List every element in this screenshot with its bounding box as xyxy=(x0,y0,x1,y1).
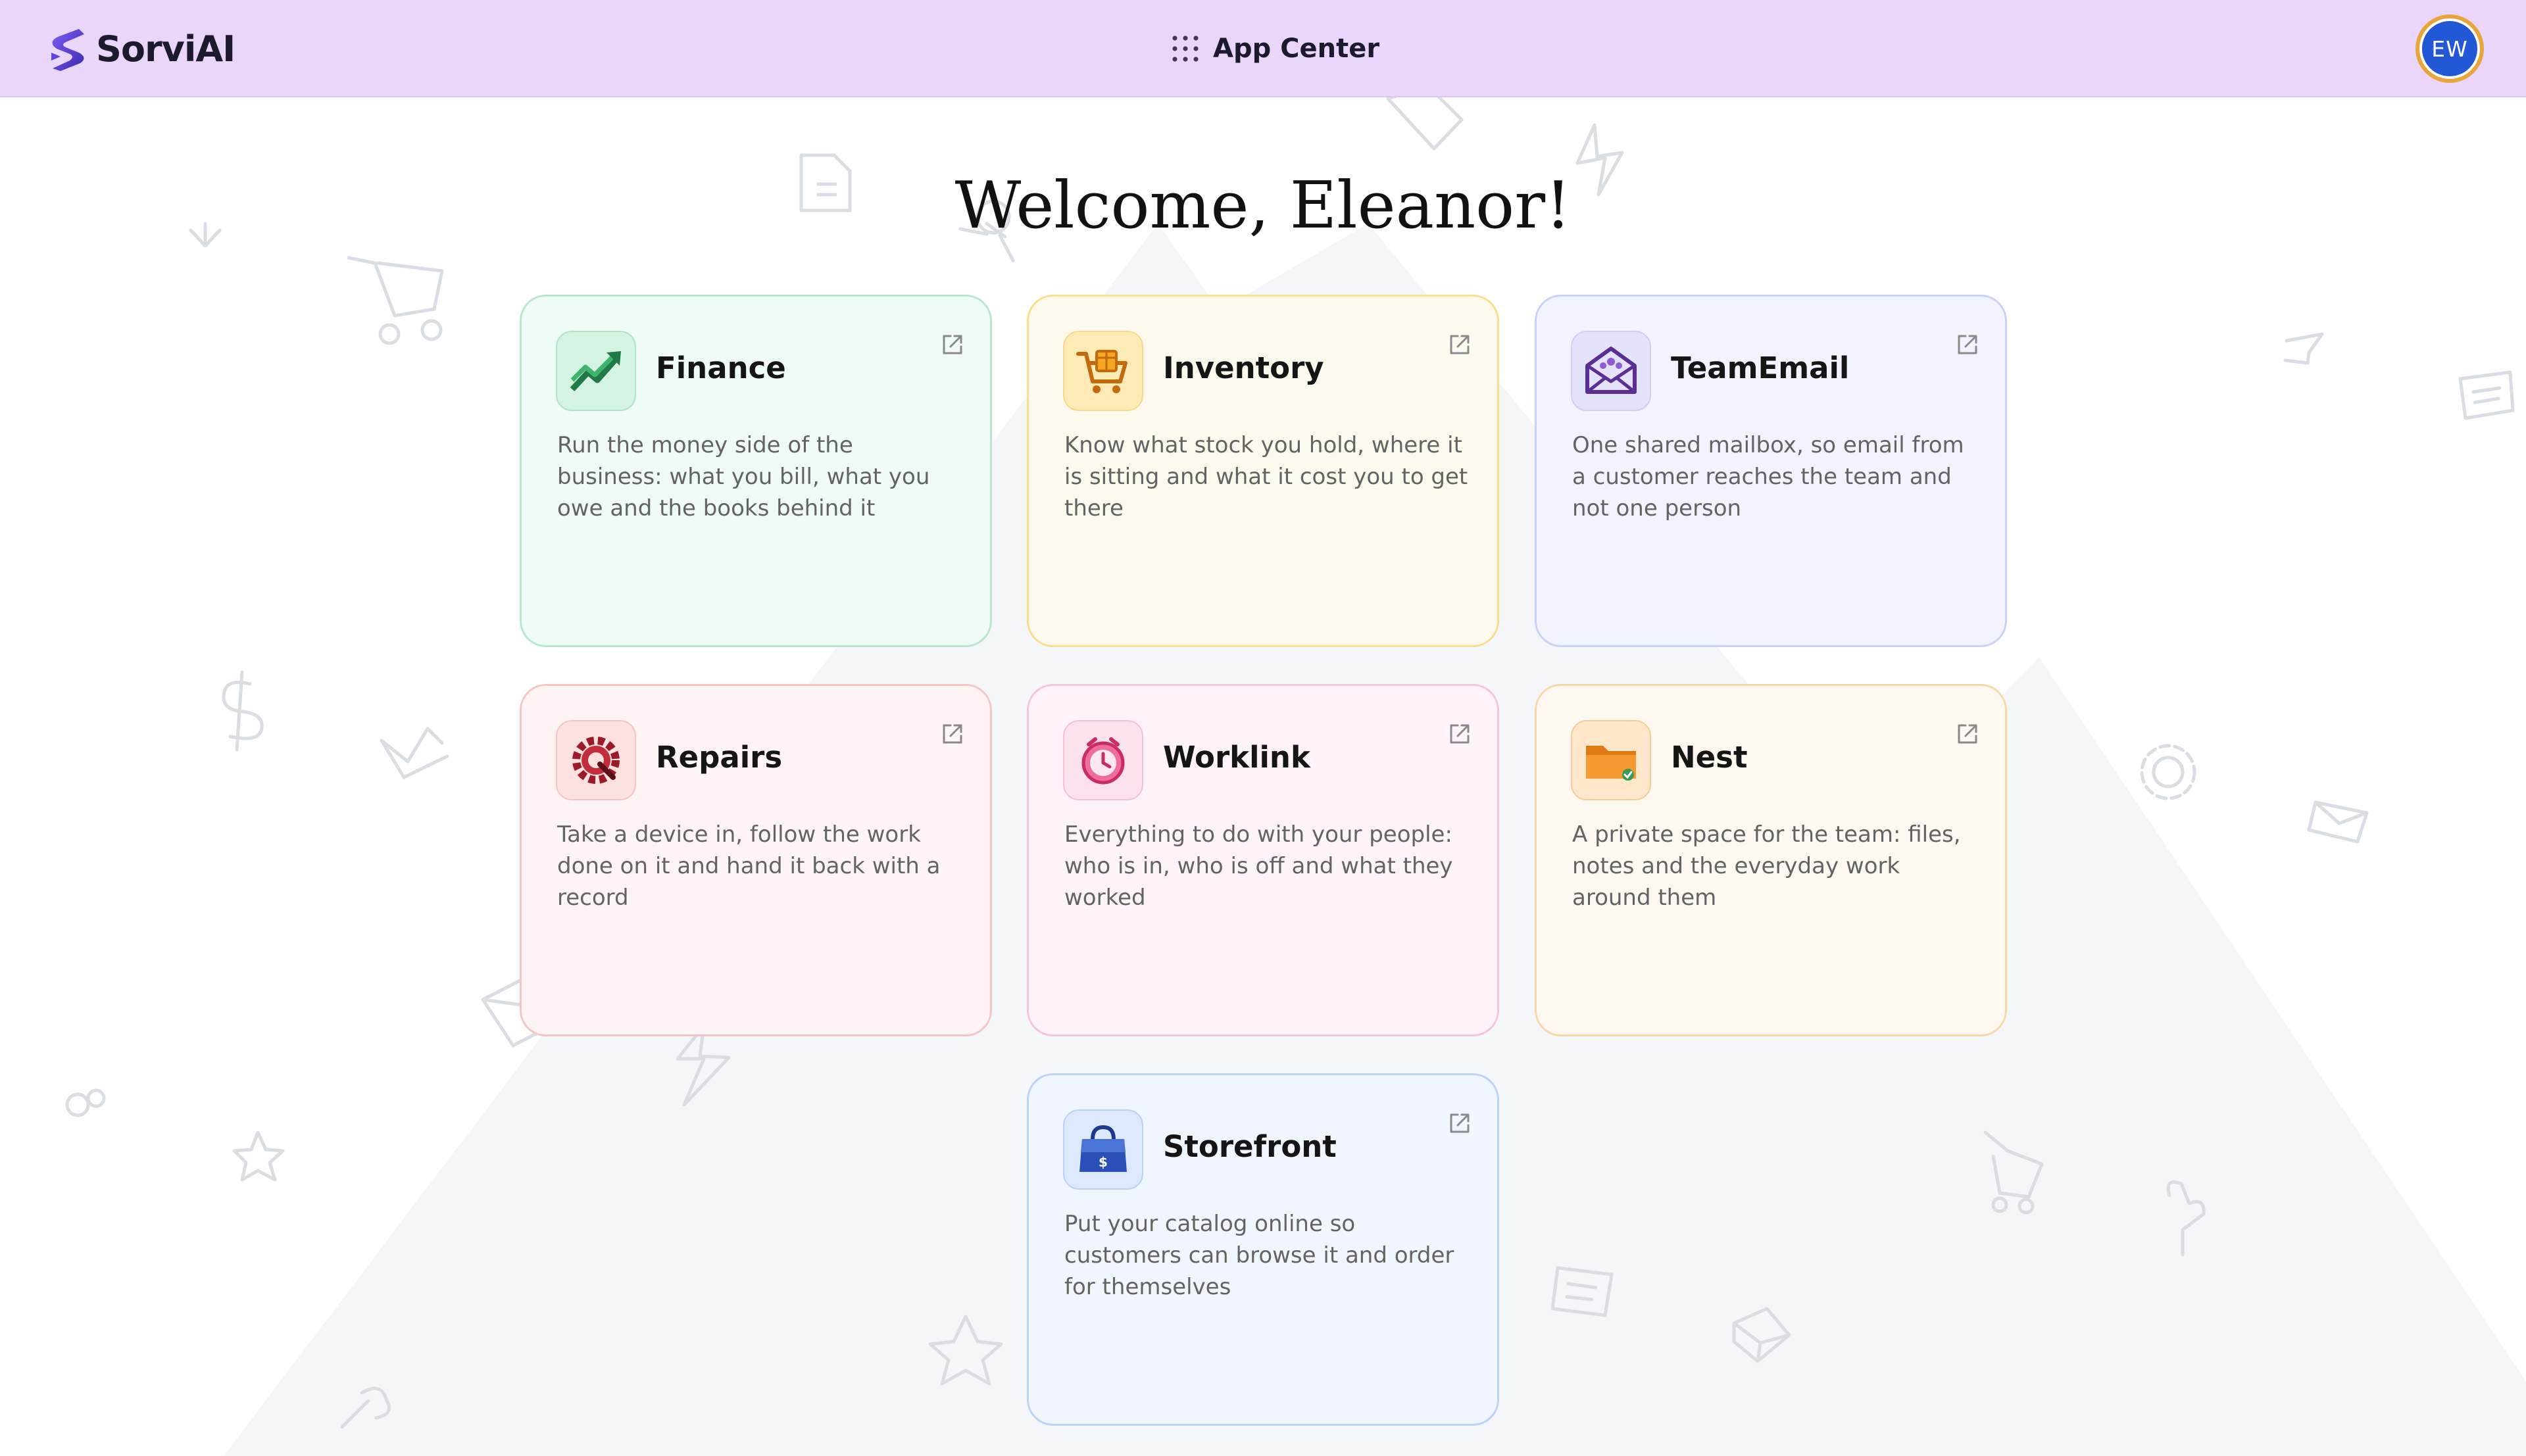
app-icon-box xyxy=(1063,331,1143,411)
app-title: Finance xyxy=(656,351,786,385)
app-center-button[interactable]: App Center xyxy=(1171,30,1379,67)
app-icon-box xyxy=(556,720,636,800)
external-link-icon[interactable] xyxy=(939,331,966,358)
app-icon-box xyxy=(556,331,636,411)
external-link-icon[interactable] xyxy=(1446,331,1474,358)
brand-logo[interactable]: SorviAI xyxy=(41,24,235,74)
external-link-icon[interactable] xyxy=(1954,720,1981,748)
welcome-heading: Welcome, Eleanor! xyxy=(954,168,1572,243)
app-center-label: App Center xyxy=(1213,34,1380,64)
gear-wrench-icon xyxy=(572,737,620,784)
app-description: Put your catalog online so customers can… xyxy=(1064,1211,1454,1300)
envelope-team-icon xyxy=(1585,347,1637,394)
svg-text:$: $ xyxy=(1099,1154,1108,1170)
app-title: Inventory xyxy=(1163,351,1324,385)
app-description: Everything to do with your people: who i… xyxy=(1064,821,1453,911)
sorviai-logo-icon xyxy=(51,29,84,71)
cart-box-icon xyxy=(1076,350,1127,393)
app-title: Repairs xyxy=(656,740,783,775)
app-card-nest[interactable]: Nest A private space for the team: files… xyxy=(1535,684,2007,1036)
app-card-worklink[interactable]: Worklink Everything to do with your peop… xyxy=(1027,684,1499,1036)
shopping-bag-icon: $ xyxy=(1079,1125,1127,1172)
app-title: Nest xyxy=(1671,740,1748,775)
app-card-repairs[interactable]: Repairs Take a device in, follow the wor… xyxy=(520,684,992,1036)
brand-name: SorviAI xyxy=(96,28,235,70)
external-link-icon[interactable] xyxy=(1954,331,1981,358)
trend-chart-icon xyxy=(570,351,621,392)
external-link-icon[interactable] xyxy=(1446,1109,1474,1137)
app-description: Run the money side of the business: what… xyxy=(557,432,930,522)
app-icon-box xyxy=(1571,331,1651,411)
app-description: One shared mailbox, so email from a cust… xyxy=(1572,432,1964,522)
app-title: TeamEmail xyxy=(1671,351,1850,385)
grid-dots-icon xyxy=(1172,36,1199,62)
app-card-storefront[interactable]: $ Storefront Put your catalog online so … xyxy=(1027,1073,1499,1426)
app-description: A private space for the team: files, not… xyxy=(1572,821,1961,911)
app-description: Take a device in, follow the work done o… xyxy=(557,821,941,911)
external-link-icon[interactable] xyxy=(1446,720,1474,748)
app-icon-box xyxy=(1571,720,1651,800)
top-bar: SorviAI App Center EW xyxy=(0,0,2526,97)
app-icon-box xyxy=(1063,720,1143,800)
external-link-icon[interactable] xyxy=(939,720,966,748)
user-initials: EW xyxy=(2419,18,2480,79)
app-title: Storefront xyxy=(1163,1129,1337,1164)
app-card-teamemail[interactable]: TeamEmail One shared mailbox, so email f… xyxy=(1535,295,2007,647)
app-card-finance[interactable]: Finance Run the money side of the busine… xyxy=(520,295,992,647)
app-card-inventory[interactable]: Inventory Know what stock you hold, wher… xyxy=(1027,295,1499,647)
user-avatar[interactable]: EW xyxy=(2415,14,2484,83)
app-description: Know what stock you hold, where it is si… xyxy=(1064,432,1468,522)
folder-icon xyxy=(1586,746,1636,781)
app-title: Worklink xyxy=(1163,740,1310,775)
clock-icon xyxy=(1081,737,1125,785)
app-icon-box: $ xyxy=(1063,1109,1143,1190)
